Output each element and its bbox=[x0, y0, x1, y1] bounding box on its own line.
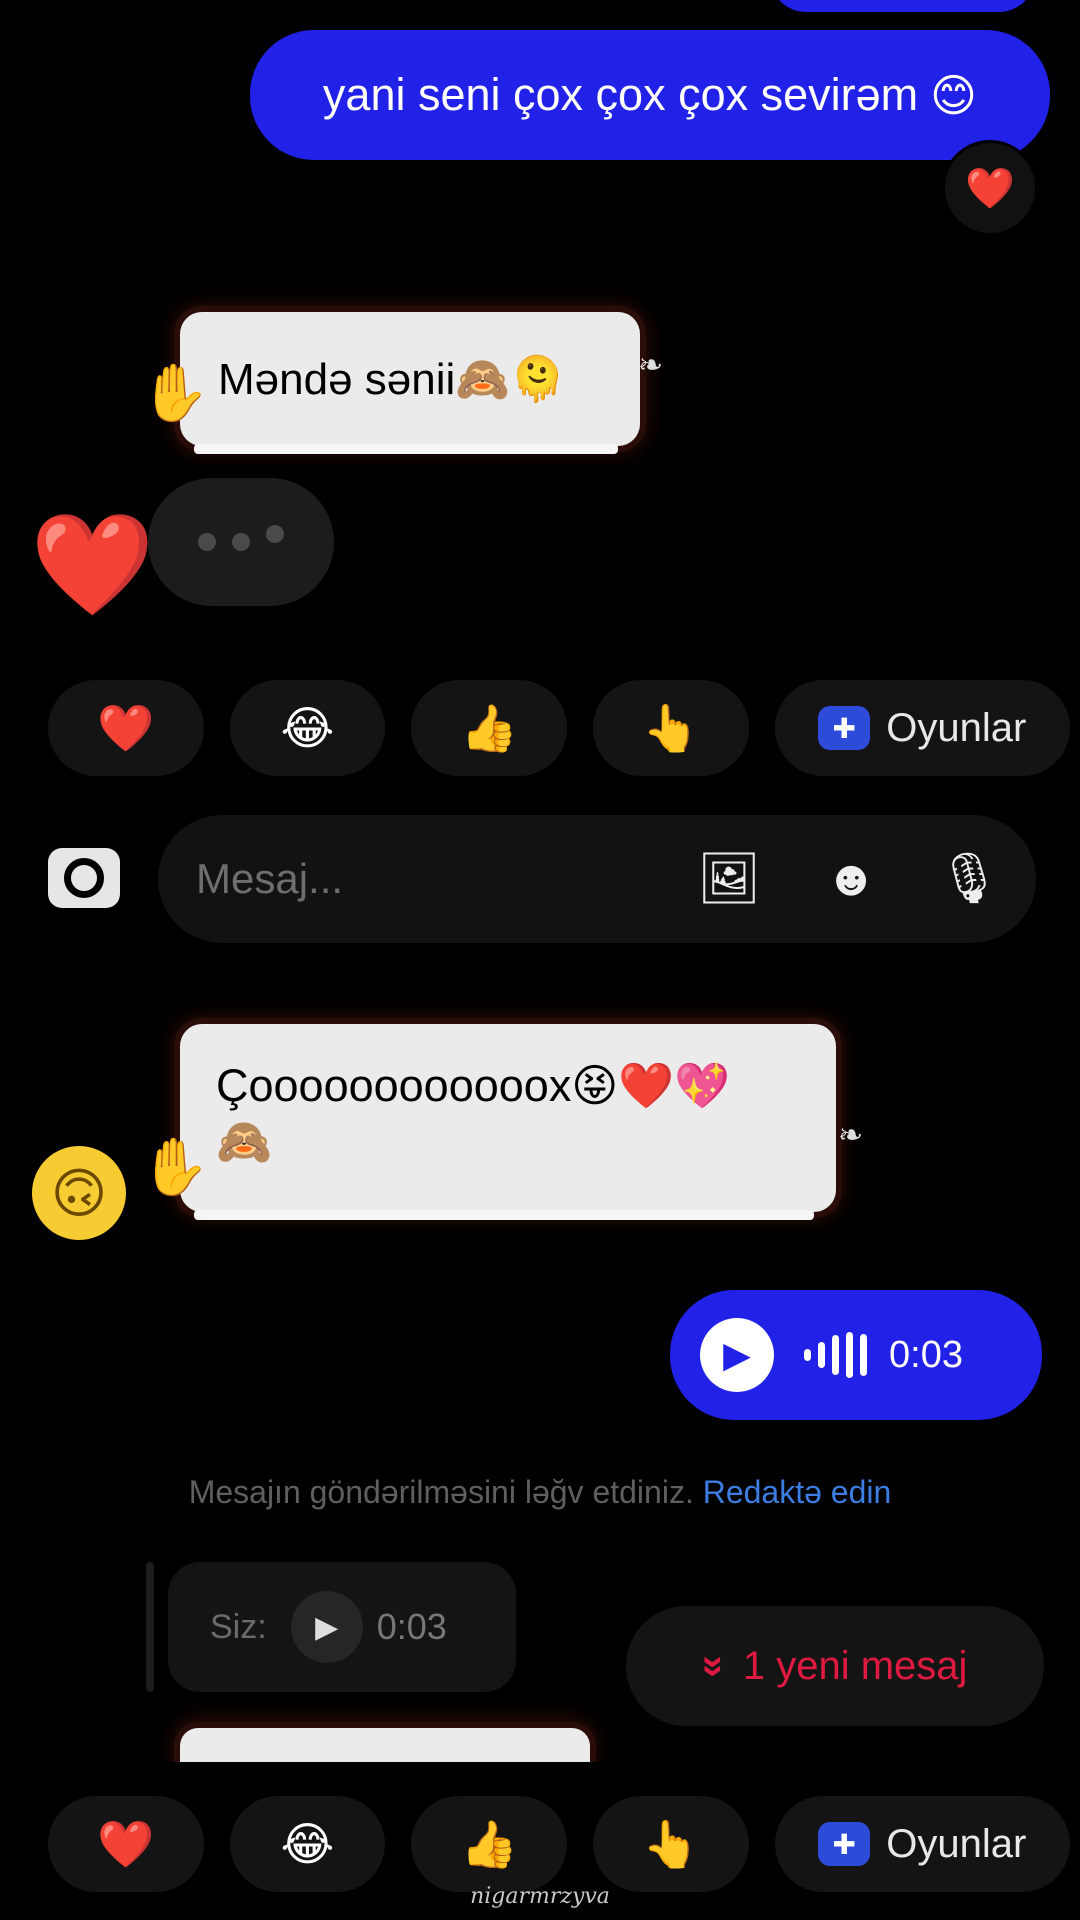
sent-message-bubble[interactable]: yani seni çox çox çox sevirəm 😊 bbox=[250, 30, 1050, 160]
quoted-voice-reply[interactable]: Siz: ▶ 0:03 bbox=[168, 1562, 516, 1692]
received-sticker-message[interactable]: Məndə sənii🙈🫠 bbox=[180, 312, 640, 454]
sticker-text: Məndə sənii🙈🫠 bbox=[218, 355, 565, 404]
new-message-button[interactable]: » 1 yeni mesaj bbox=[626, 1606, 1044, 1726]
games-button[interactable]: ✚ Oyunlar bbox=[774, 680, 1070, 776]
sticker-text: Çoooooooooooox😝❤️💖 bbox=[216, 1060, 731, 1111]
camera-button[interactable] bbox=[48, 848, 120, 908]
message-composer: 🖼 ☻ 🎙 bbox=[158, 815, 1036, 943]
sticker-icon[interactable]: ☻ bbox=[818, 845, 884, 911]
games-label: Oyunlar bbox=[886, 1821, 1027, 1866]
microphone-icon[interactable]: 🎙 bbox=[936, 845, 1002, 911]
play-icon[interactable]: ▶ bbox=[700, 1318, 774, 1392]
message-input[interactable] bbox=[194, 854, 648, 904]
quick-reply-point-up[interactable]: 👆 bbox=[592, 1796, 749, 1892]
sent-message-text: yani seni çox çox çox sevirəm bbox=[322, 69, 919, 120]
waveform-icon bbox=[804, 1332, 867, 1378]
quick-reply-thumbs-up[interactable]: 👍 bbox=[411, 1796, 567, 1892]
double-chevron-down-icon: » bbox=[692, 1654, 737, 1678]
typing-dot bbox=[232, 533, 250, 551]
unsend-notice-text: Mesajın göndərilməsini ləğv etdiniz. bbox=[188, 1474, 694, 1510]
curl-decoration-icon: ❧ bbox=[638, 349, 664, 382]
typing-dot bbox=[198, 533, 216, 551]
quick-reply-heart[interactable]: ❤️ bbox=[48, 1796, 204, 1892]
hand-icon: ✋ bbox=[140, 1135, 210, 1198]
previous-sent-bubble[interactable] bbox=[770, 0, 1035, 12]
gamepad-icon: ✚ bbox=[818, 1822, 871, 1866]
curl-decoration-icon: ❧ bbox=[838, 1119, 864, 1152]
games-button[interactable]: ✚ Oyunlar bbox=[774, 1796, 1070, 1892]
gamepad-icon: ✚ bbox=[818, 706, 871, 750]
voice-duration: 0:03 bbox=[889, 1333, 963, 1376]
quick-reply-row: ❤️ 😂 👍 👆 ✚ Oyunlar bbox=[48, 1796, 1070, 1892]
camera-icon bbox=[64, 858, 104, 898]
heart-reaction-icon: ❤️ bbox=[30, 509, 155, 621]
quote-bar bbox=[146, 1562, 154, 1692]
received-sticker-message[interactable]: Çoooooooooooox😝❤️💖 🙈 bbox=[180, 1024, 836, 1220]
typing-indicator bbox=[148, 478, 334, 606]
new-message-label: 1 yeni mesaj bbox=[742, 1643, 968, 1688]
gallery-icon[interactable]: 🖼 bbox=[696, 845, 762, 911]
edit-link[interactable]: Redaktə edin bbox=[703, 1474, 892, 1510]
hand-icon: ✋ bbox=[140, 361, 210, 424]
quick-reply-row: ❤️ 😂 👍 👆 ✚ Oyunlar bbox=[48, 680, 1070, 776]
upside-down-face-reaction: 🙃 bbox=[32, 1146, 126, 1240]
voice-message-bubble[interactable]: ▶ 0:03 bbox=[670, 1290, 1042, 1420]
quote-duration: 0:03 bbox=[376, 1606, 447, 1647]
watermark: nigarmrzyva bbox=[470, 1884, 610, 1909]
smile-emoji: 😊 bbox=[930, 69, 978, 121]
heart-reaction-badge[interactable]: ❤️ bbox=[942, 140, 1038, 236]
play-icon[interactable]: ▶ bbox=[290, 1591, 363, 1663]
quote-sender-label: Siz: bbox=[210, 1607, 267, 1646]
sticker-text-line2: 🙈 bbox=[216, 1116, 273, 1168]
quick-reply-laugh[interactable]: 😂 bbox=[229, 680, 386, 776]
games-label: Oyunlar bbox=[886, 705, 1027, 750]
quick-reply-heart[interactable]: ❤️ bbox=[48, 680, 204, 776]
quick-reply-thumbs-up[interactable]: 👍 bbox=[411, 680, 567, 776]
quick-reply-laugh[interactable]: 😂 bbox=[229, 1796, 386, 1892]
unsend-notice: Mesajın göndərilməsini ləğv etdiniz. Red… bbox=[0, 1474, 1080, 1511]
typing-dot bbox=[266, 525, 284, 543]
overlay-mask bbox=[0, 1762, 1080, 1792]
quick-reply-point-up[interactable]: 👆 bbox=[592, 680, 749, 776]
